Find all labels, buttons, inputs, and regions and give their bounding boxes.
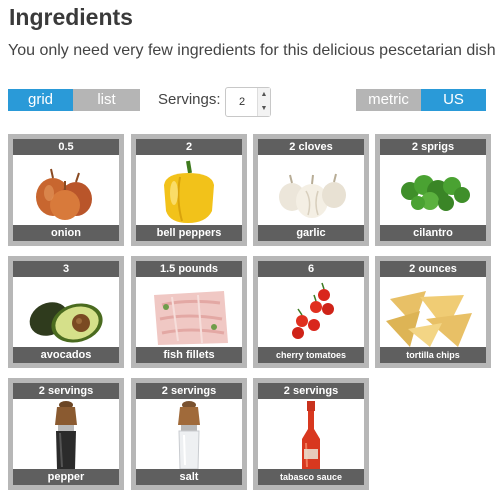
ingredient-name: tabasco sauce [258, 469, 364, 485]
servings-stepper[interactable]: 2 ▲ ▼ [225, 87, 271, 117]
decrement-arrow-icon[interactable]: ▼ [258, 102, 270, 116]
ingredient-amount: 1.5 pounds [136, 261, 242, 277]
ingredient-name: pepper [13, 469, 119, 485]
ingredient-card-cherry-tomatoes[interactable]: 6 cherry tomatoes [253, 256, 369, 368]
bell-pepper-image [164, 160, 214, 223]
ingredient-amount: 2 servings [136, 383, 242, 399]
ingredient-name: fish fillets [136, 347, 242, 363]
page-subtitle: You only need very few ingredients for t… [8, 42, 497, 59]
servings-value[interactable]: 2 [226, 88, 258, 116]
ingredient-name: tortilla chips [380, 347, 486, 363]
ingredient-card-onion[interactable]: 0.5 onion [8, 134, 124, 246]
grid-view-button[interactable]: grid [8, 89, 73, 111]
ingredient-card-bell-peppers[interactable]: 2 bell peppers [131, 134, 247, 246]
ingredient-amount: 2 ounces [380, 261, 486, 277]
ingredient-card-fish-fillets[interactable]: 1.5 pounds fish fillets [131, 256, 247, 368]
ingredient-name: bell peppers [136, 225, 242, 241]
ingredient-amount: 2 servings [258, 383, 364, 399]
ingredient-card-tabasco-sauce[interactable]: 2 servings tabasco sauce [253, 378, 369, 490]
ingredient-name: avocados [13, 347, 119, 363]
cilantro-image [401, 175, 470, 211]
pepper-mill-image [55, 401, 77, 469]
ingredient-name: cilantro [380, 225, 486, 241]
increment-arrow-icon[interactable]: ▲ [258, 88, 270, 102]
cherry-tomato-image [292, 282, 334, 339]
ingredient-amount: 6 [258, 261, 364, 277]
list-view-button[interactable]: list [73, 89, 140, 111]
ingredient-card-garlic[interactable]: 2 cloves garlic [253, 134, 369, 246]
ingredient-name: salt [136, 469, 242, 485]
unit-toggle: metric US [356, 89, 486, 111]
ingredient-amount: 2 servings [13, 383, 119, 399]
ingredient-card-cilantro[interactable]: 2 sprigs cilantro [375, 134, 491, 246]
ingredient-card-tortilla-chips[interactable]: 2 ounces tortilla chips [375, 256, 491, 368]
ingredient-amount: 2 cloves [258, 139, 364, 155]
ingredient-card-avocados[interactable]: 3 avocados [8, 256, 124, 368]
ingredient-name: cherry tomatoes [258, 347, 364, 363]
salt-mill-image [178, 401, 200, 469]
metric-button[interactable]: metric [356, 89, 421, 111]
page-title: Ingredients [9, 4, 133, 30]
view-toggle: grid list [8, 89, 140, 111]
ingredient-amount: 2 [136, 139, 242, 155]
garlic-image [279, 173, 346, 218]
avocado-image [29, 302, 103, 343]
us-units-button[interactable]: US [421, 89, 486, 111]
tabasco-bottle-image [302, 401, 320, 469]
tortilla-chips-image [386, 291, 472, 347]
ingredient-name: onion [13, 225, 119, 241]
ingredient-card-salt[interactable]: 2 servings salt [131, 378, 247, 490]
ingredient-card-pepper[interactable]: 2 servings pepper [8, 378, 124, 490]
ingredient-amount: 0.5 [13, 139, 119, 155]
ingredient-amount: 2 sprigs [380, 139, 486, 155]
servings-label: Servings: [158, 91, 221, 108]
ingredient-amount: 3 [13, 261, 119, 277]
onion-image [36, 168, 92, 220]
ingredient-name: garlic [258, 225, 364, 241]
fish-fillet-image [154, 291, 228, 345]
